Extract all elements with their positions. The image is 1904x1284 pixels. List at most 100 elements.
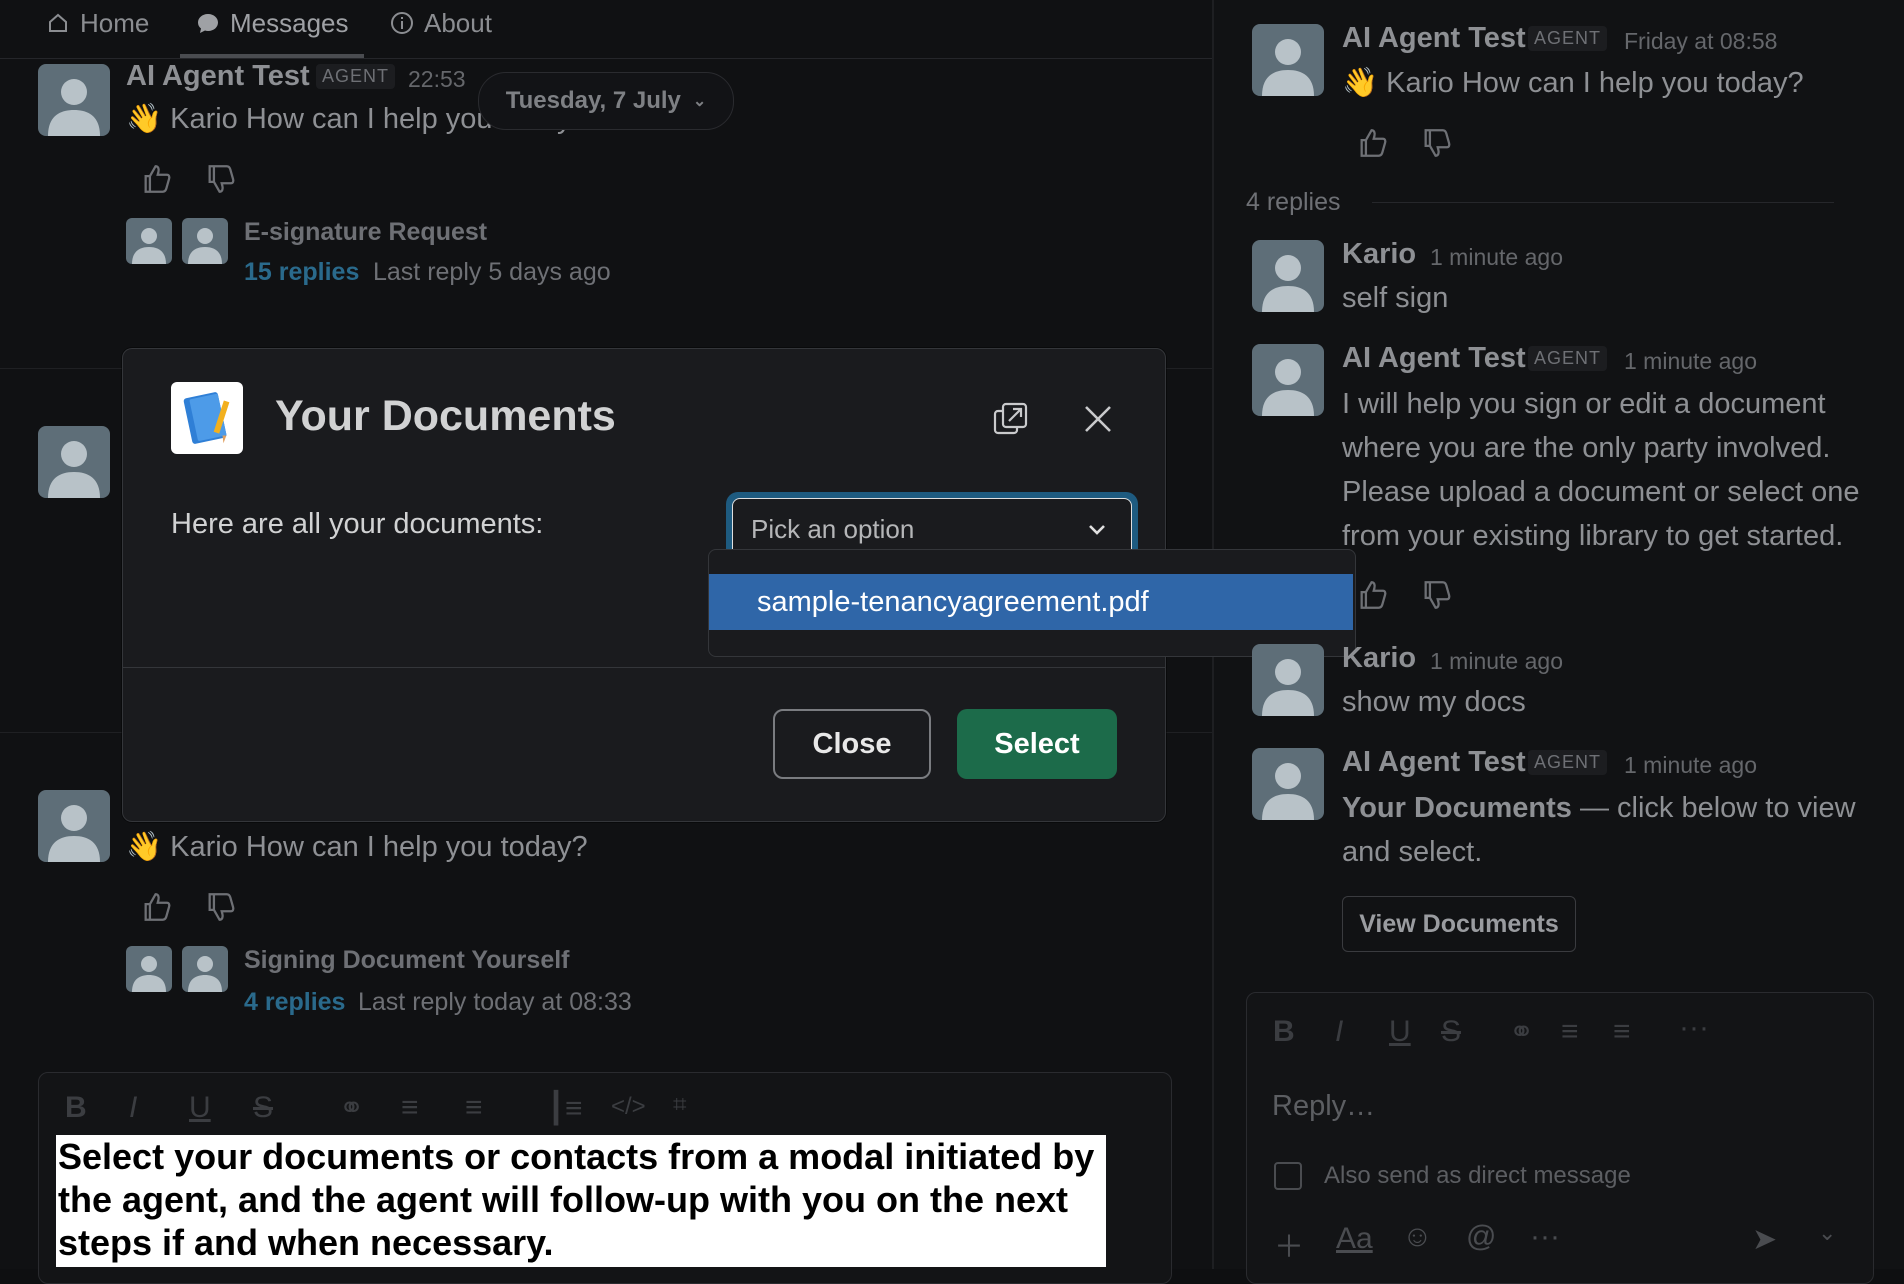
also-send-checkbox[interactable]: [1274, 1162, 1302, 1190]
close-button[interactable]: Close: [773, 709, 931, 779]
thread-title[interactable]: Signing Document Yourself: [244, 946, 570, 975]
tab-about[interactable]: About: [390, 0, 492, 46]
date-divider-pill[interactable]: Tuesday, 7 July ⌄: [478, 72, 734, 130]
send-icon[interactable]: ➤: [1752, 1222, 1777, 1257]
thumbs-down-icon[interactable]: [1420, 578, 1454, 612]
avatar[interactable]: [38, 790, 110, 862]
thumbs-up-icon[interactable]: [1356, 578, 1390, 612]
date-divider-label: Tuesday, 7 July: [505, 87, 681, 114]
tab-home-label: Home: [80, 7, 150, 38]
thumbs-up-icon[interactable]: [140, 162, 174, 196]
emoji-icon[interactable]: ☺: [1402, 1220, 1433, 1254]
message-author[interactable]: AI Agent Test: [1342, 746, 1526, 779]
modal-footer-divider: [123, 667, 1165, 668]
notebook-icon: [171, 382, 243, 454]
bold-icon[interactable]: B: [1273, 1015, 1295, 1049]
chevron-down-icon[interactable]: ⌄: [1818, 1220, 1836, 1246]
message-author[interactable]: AI Agent Test: [1342, 22, 1526, 55]
tab-messages-label: Messages: [230, 7, 349, 38]
avatar[interactable]: [38, 426, 110, 498]
thread-participant-avatar: [126, 218, 172, 264]
italic-icon[interactable]: I: [129, 1091, 137, 1125]
message-author[interactable]: Kario: [1342, 238, 1416, 271]
avatar[interactable]: [1252, 24, 1324, 96]
message-text-body: Kario How can I help you today?: [1386, 67, 1804, 99]
thread-replies-link[interactable]: 4 replies: [244, 988, 345, 1017]
thumbs-up-icon[interactable]: [140, 890, 174, 924]
strikethrough-icon[interactable]: S: [253, 1091, 273, 1125]
avatar[interactable]: [1252, 748, 1324, 820]
code-block-icon[interactable]: ⌗: [673, 1091, 687, 1119]
modal-title: Your Documents: [275, 392, 616, 440]
avatar[interactable]: [1252, 344, 1324, 416]
message-time[interactable]: 1 minute ago: [1430, 244, 1563, 271]
message-time[interactable]: 1 minute ago: [1624, 752, 1757, 779]
thumbs-down-icon[interactable]: [1420, 126, 1454, 160]
bullet-list-icon[interactable]: ≡: [1613, 1015, 1631, 1049]
message-text: 👋 Kario How can I help you today?: [126, 830, 588, 864]
bold-icon[interactable]: B: [65, 1091, 87, 1125]
dropdown-option[interactable]: sample-tenancyagreement.pdf: [709, 574, 1353, 630]
tab-home[interactable]: Home: [46, 0, 149, 46]
select-button[interactable]: Select: [957, 709, 1117, 779]
close-icon[interactable]: [1080, 401, 1116, 437]
waving-hand-icon: 👋: [126, 831, 163, 863]
code-icon[interactable]: </>: [611, 1093, 646, 1121]
modal-description: Here are all your documents:: [171, 508, 544, 540]
thread-participant-avatar: [126, 946, 172, 992]
select-placeholder: Pick an option: [751, 513, 915, 544]
link-icon[interactable]: ⚭: [339, 1091, 364, 1126]
thread-title[interactable]: E-signature Request: [244, 218, 487, 247]
reply-input-placeholder[interactable]: Reply…: [1272, 1090, 1375, 1123]
message-text: I will help you sign or edit a document …: [1342, 388, 1860, 552]
agent-badge: AGENT: [1528, 26, 1608, 51]
thumbs-down-icon[interactable]: [204, 890, 238, 924]
message-author[interactable]: AI Agent Test: [1342, 342, 1526, 375]
thread-last-reply: Last reply 5 days ago: [373, 258, 611, 286]
plus-icon[interactable]: ＋: [1274, 1222, 1304, 1266]
mention-icon[interactable]: @: [1466, 1220, 1496, 1254]
agent-badge: AGENT: [316, 64, 396, 89]
more-formatting-icon[interactable]: ···: [1679, 1011, 1709, 1045]
ordered-list-icon[interactable]: ≡: [401, 1091, 419, 1125]
message-text-body: Kario How can I help you today?: [170, 831, 588, 863]
message-text: show my docs: [1342, 686, 1526, 718]
thumbs-up-icon[interactable]: [1356, 126, 1390, 160]
replies-divider: [1372, 202, 1834, 203]
thread-replies-link[interactable]: 15 replies: [244, 258, 359, 287]
message-text: self sign: [1342, 282, 1449, 314]
waving-hand-icon: 👋: [126, 103, 163, 135]
message-time[interactable]: Friday at 08:58: [1624, 28, 1777, 55]
avatar[interactable]: [38, 64, 110, 136]
waving-hand-icon: 👋: [1342, 67, 1379, 99]
open-external-icon[interactable]: [991, 399, 1031, 439]
your-documents-modal: Your Documents Here are all your documen…: [122, 348, 1356, 822]
link-icon[interactable]: ⚭: [1509, 1015, 1534, 1050]
avatar[interactable]: [1252, 644, 1324, 716]
replies-count: 4 replies: [1246, 188, 1341, 216]
message-text: 👋 Kario How can I help you today?: [1342, 66, 1804, 100]
chevron-down-icon: ⌄: [692, 93, 707, 110]
top-tabs: Home Messages About: [0, 0, 1212, 59]
more-actions-icon[interactable]: ···: [1530, 1220, 1560, 1254]
message-time[interactable]: 1 minute ago: [1624, 348, 1757, 375]
italic-icon[interactable]: I: [1335, 1015, 1343, 1049]
message-author[interactable]: AI Agent Test: [126, 60, 310, 93]
avatar[interactable]: [1252, 240, 1324, 312]
strikethrough-icon[interactable]: S: [1441, 1015, 1461, 1049]
message-time[interactable]: 22:53: [408, 66, 466, 93]
message-time[interactable]: 1 minute ago: [1430, 648, 1563, 675]
thumbs-down-icon[interactable]: [204, 162, 238, 196]
ordered-list-icon[interactable]: ≡: [1561, 1015, 1579, 1049]
blockquote-icon[interactable]: ┃≡: [547, 1091, 583, 1126]
agent-badge: AGENT: [1528, 750, 1608, 775]
message-author[interactable]: Kario: [1342, 642, 1416, 675]
thread-last-reply: Last reply today at 08:33: [358, 988, 632, 1016]
underline-icon[interactable]: U: [1389, 1015, 1411, 1049]
underline-icon[interactable]: U: [189, 1091, 211, 1125]
also-send-label[interactable]: Also send as direct message: [1324, 1162, 1631, 1190]
tab-messages[interactable]: Messages: [196, 0, 349, 46]
format-text-icon[interactable]: Aa: [1336, 1222, 1373, 1256]
bullet-list-icon[interactable]: ≡: [465, 1091, 483, 1125]
view-documents-button[interactable]: View Documents: [1342, 896, 1576, 952]
